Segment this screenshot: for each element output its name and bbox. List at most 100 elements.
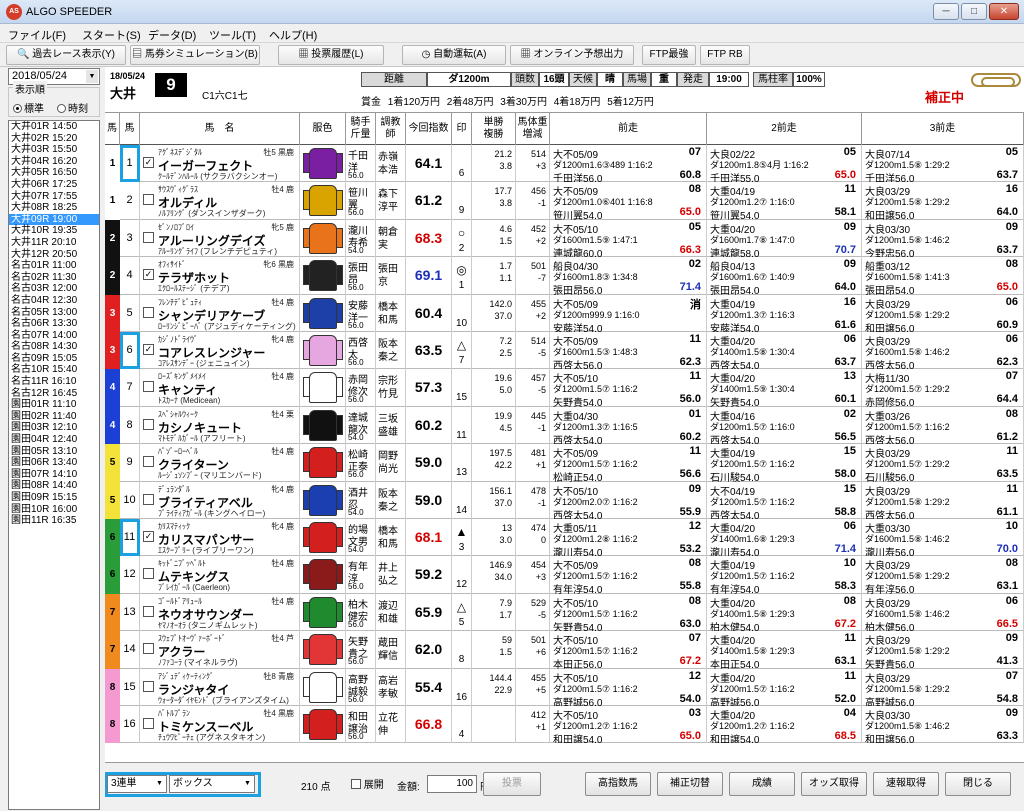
prev-race-3[interactable]: 大良03/29 16 ダ1200m1.5⑧ 1:29:2 和田譲56.0 64.0 xyxy=(862,182,1024,220)
race-list-item[interactable]: 大井03R 15:50 xyxy=(9,144,99,156)
get-flash-button[interactable]: 速報取得 xyxy=(873,772,939,796)
prev-race-1[interactable]: 大不05/10 09 ダ1200m2.0⑦ 1:16:2 西啓太54.0 55.9 xyxy=(550,481,707,519)
race-list-item[interactable]: 名古05R 13:00 xyxy=(9,307,99,319)
prev-race-3[interactable]: 大良03/29 11 ダ1200m1.5⑧ 1:29:2 西啓太56.0 61.1 xyxy=(862,481,1024,519)
prev-race-1[interactable]: 大不05/10 03 ダ1200m1.2⑦ 1:16:2 和田譲54.0 65.0 xyxy=(550,706,707,744)
race-list-item[interactable]: 園田08R 14:40 xyxy=(9,480,99,492)
past-race-button[interactable]: 🔍 過去レース表示(Y) xyxy=(6,45,126,65)
minimize-button[interactable]: ─ xyxy=(933,3,959,20)
prev-race-1[interactable]: 大不05/10 11 ダ1200m1.5⑦ 1:16:2 矢野貴54.0 56.0 xyxy=(550,369,707,407)
prev-race-2[interactable]: 大重04/20 06 ダ1400m1.5⑧ 1:30:4 西啓太54.0 63.7 xyxy=(707,332,862,370)
ftp-rb-button[interactable]: FTP RB xyxy=(700,45,750,65)
prev-race-1[interactable]: 大不05/09 08 ダ1200m1.5⑦ 1:16:2 有年淳54.0 55.8 xyxy=(550,556,707,594)
menu-data[interactable]: データ(D) xyxy=(148,27,196,43)
prev-race-3[interactable]: 大良03/29 11 ダ1200m1.5⑦ 1:29:2 石川駿56.0 63.5 xyxy=(862,444,1024,482)
menu-tools[interactable]: ツール(T) xyxy=(209,27,256,43)
race-list-item[interactable]: 名古01R 11:00 xyxy=(9,260,99,272)
horse-name-cell[interactable]: ﾌﾚﾝﾁﾃﾞﾋﾟｭﾃｨ 牡4 鹿シャンデリアケーブ ﾛｰﾘﾝｼﾞﾋﾞｰﾊﾞ (アジュ… xyxy=(140,294,300,332)
prev-race-2[interactable]: 大重04/20 13 ダ1400m1.5⑨ 1:30:4 矢野貴54.0 60.1 xyxy=(707,369,862,407)
prev-race-1[interactable]: 大不05/10 07 ダ1200m1.5⑦ 1:16:2 本田正56.0 67.2 xyxy=(550,631,707,669)
horse-checkbox[interactable] xyxy=(143,718,154,729)
race-list-item[interactable]: 名古10R 15:40 xyxy=(9,364,99,376)
race-list-item[interactable]: 大井08R 18:25 xyxy=(9,202,99,214)
race-list-item[interactable]: 大井12R 20:50 xyxy=(9,249,99,261)
prev-race-1[interactable]: 大不05/09 11 ダ1600m1.5③ 1:48:3 西啓太56.0 62.3 xyxy=(550,332,707,370)
prev-race-2[interactable]: 大不04/19 15 ダ1200m1.5⑦ 1:16:2 西啓太54.0 58.8 xyxy=(707,481,862,519)
race-list-item[interactable]: 園田02R 11:40 xyxy=(9,411,99,423)
close-button[interactable]: ✕ xyxy=(989,3,1019,20)
prev-race-2[interactable]: 大重04/19 11 ダ1200m1.2⑦ 1:16:0 笹川翼54.0 58.1 xyxy=(707,182,862,220)
get-odds-button[interactable]: オッズ取得 xyxy=(801,772,867,796)
prev-race-1[interactable]: 大不05/10 12 ダ1200m1.5⑦ 1:16:2 高野誠56.0 54.0 xyxy=(550,668,707,706)
prev-race-2[interactable]: 船良04/13 09 ダ1600m1.6⑦ 1:40:9 張田昂54.0 64.0 xyxy=(707,257,862,295)
maximize-button[interactable]: □ xyxy=(961,3,987,20)
prev-race-3[interactable]: 大梅11/30 07 ダ1200m1.5⑦ 1:29:2 赤岡修56.0 64.4 xyxy=(862,369,1024,407)
horse-checkbox[interactable] xyxy=(143,456,154,468)
horse-name-cell[interactable]: ﾃﾞｭﾗﾝﾀﾞﾙ 牝4 鹿ブライティアベル ﾌﾞﾗｲﾃｨｱｶﾞｰﾙ (キングヘイロー… xyxy=(140,481,300,519)
race-list-item[interactable]: 園田11R 16:35 xyxy=(9,515,99,527)
horse-checkbox[interactable] xyxy=(143,605,154,617)
race-list-item[interactable]: 大井10R 19:35 xyxy=(9,225,99,237)
prev-race-3[interactable]: 大良03/29 08 ダ1200m1.5⑧ 1:29:2 有年淳56.0 63.1 xyxy=(862,556,1024,594)
prev-race-3[interactable]: 大良03/29 06 ダ1600m1.5⑧ 1:46:2 西啓太56.0 62.3 xyxy=(862,332,1024,370)
prev-race-1[interactable]: 大重04/30 01 ダ1200m1.3⑦ 1:16:5 西啓太54.0 60.2 xyxy=(550,406,707,445)
race-list-item[interactable]: 園田04R 12:40 xyxy=(9,434,99,446)
prev-race-2[interactable]: 大良02/22 05 ダ1200m1.8⑤4月 1:16:2 千田洋55.0 65.0 xyxy=(707,145,862,183)
race-list-item[interactable]: 園田10R 16:00 xyxy=(9,504,99,516)
ticket-simulation-button[interactable]: ▤ 馬券シミュレーション(B) xyxy=(130,45,260,65)
horse-name-cell[interactable]: ✓ ｵﾌｨｻｲﾄﾞ 牝6 黒鹿 テラザホット ｴｸﾛｰﾙｽﾃｰｼﾞ (テデア) xyxy=(140,257,300,295)
prev-race-3[interactable]: 大重03/30 10 ダ1600m1.5⑧ 1:46:2 瀧川寿56.0 70.0 xyxy=(862,519,1024,557)
prev-race-1[interactable]: 大不05/09 07 ダ1200m1.6③489 1:16:2 千田洋56.0 60.8 xyxy=(550,145,707,183)
race-list-item[interactable]: 名古08R 14:30 xyxy=(9,341,99,353)
prev-race-3[interactable]: 大重03/26 08 ダ1200m1.5⑦ 1:16:2 西啓太56.0 61.2 xyxy=(862,406,1024,445)
race-list-item[interactable]: 大井11R 20:10 xyxy=(9,237,99,249)
prev-race-1[interactable]: 船良04/30 02 ダ1600m1.8③ 1:34:8 張田昂56.0 71.4 xyxy=(550,257,707,295)
race-list-item[interactable]: 大井01R 14:50 xyxy=(9,121,99,133)
race-list-item[interactable]: 園田03R 12:10 xyxy=(9,422,99,434)
horse-name-cell[interactable]: ﾊﾟｿﾞｰﾛｰﾍﾞﾙ 牡4 鹿クライターン ﾙｰｼﾞｭｿﾝﾌﾞｰ (マリエンバード) xyxy=(140,444,300,482)
prev-race-2[interactable]: 大重04/20 08 ダ1400m1.5⑧ 1:29:3 柏木健54.0 67.2 xyxy=(707,593,862,632)
menu-help[interactable]: ヘルプ(H) xyxy=(269,27,317,43)
race-list-item[interactable]: 名古02R 11:30 xyxy=(9,272,99,284)
prev-race-3[interactable]: 大良03/29 06 ダ1600m1.5⑧ 1:46:2 柏木健56.0 66.5 xyxy=(862,593,1024,632)
horse-checkbox[interactable] xyxy=(143,381,154,393)
race-list-item[interactable]: 名古04R 12:30 xyxy=(9,295,99,307)
radio-standard[interactable]: 標準 xyxy=(13,100,44,115)
horse-name-cell[interactable]: ✓ ｶｼﾞﾉﾄﾞﾗｲｳﾞ 牝4 鹿コアレスレンジャー ｺｱﾚｽｻﾝﾃﾞｰ (ジェニュイ… xyxy=(140,332,300,370)
prev-race-1[interactable]: 大重05/11 12 ダ1200m1.2⑧ 1:16:2 瀧川寿54.0 53.2 xyxy=(550,519,707,557)
radio-time[interactable]: 時刻 xyxy=(57,100,88,115)
race-list-item[interactable]: 名古12R 16:45 xyxy=(9,388,99,400)
prev-race-2[interactable]: 大重04/19 15 ダ1200m1.5⑦ 1:16:2 石川駿54.0 58.0 xyxy=(707,444,862,482)
close-window-button[interactable]: 閉じる xyxy=(945,772,1011,796)
horse-checkbox[interactable] xyxy=(143,643,154,655)
high-index-button[interactable]: 高指数馬 xyxy=(585,772,651,796)
race-list-item[interactable]: 大井09R 19:00 xyxy=(9,213,99,226)
prev-race-3[interactable]: 大良03/30 09 ダ1200m1.5⑧ 1:46:2 今野忠56.0 63.7 xyxy=(862,219,1024,258)
race-list-item[interactable]: 園田07R 14:10 xyxy=(9,469,99,481)
horse-name-cell[interactable]: ﾊﾞﾄﾙﾌﾟﾗﾝ 牡4 黒鹿 トミケンスーベル ﾁｭｳﾜﾋﾟｰﾁｪ (アグネスタキオン… xyxy=(140,706,300,744)
horse-checkbox[interactable]: ✓ xyxy=(143,157,154,168)
prev-race-1[interactable]: 大不05/09 11 ダ1200m1.5⑦ 1:16:2 松崎正54.0 56.6 xyxy=(550,444,707,482)
prev-race-2[interactable]: 大重04/20 11 ダ1200m1.5⑦ 1:16:2 高野誠56.0 52.0 xyxy=(707,668,862,706)
race-list[interactable]: 大井01R 14:50 大井02R 15:20 大井03R 15:50 大井04R 1… xyxy=(8,120,100,810)
ftp-strongest-button[interactable]: FTP最強 xyxy=(642,45,696,65)
horse-checkbox[interactable]: ✓ xyxy=(143,344,154,355)
race-list-item[interactable]: 大井02R 15:20 xyxy=(9,133,99,145)
prev-race-2[interactable]: 大重04/20 09 ダ1600m1.7⑧ 1:47:0 連城龍58.0 70.7 xyxy=(707,219,862,258)
menu-start[interactable]: スタート(S) xyxy=(82,27,141,43)
horse-checkbox[interactable] xyxy=(143,194,154,206)
race-list-item[interactable]: 大井06R 17:25 xyxy=(9,179,99,191)
prev-race-2[interactable]: 大重04/19 10 ダ1200m1.5⑦ 1:16:2 有年淳54.0 58.3 xyxy=(707,556,862,594)
prev-race-2[interactable]: 大重04/19 16 ダ1200m1.3⑦ 1:16:3 安藤洋54.0 61.6 xyxy=(707,294,862,332)
results-button[interactable]: 成績 xyxy=(729,772,795,796)
horse-checkbox[interactable]: ✓ xyxy=(143,531,154,542)
expand-checkbox[interactable]: 展開 xyxy=(351,776,384,791)
auto-run-button[interactable]: ◷ 自動運転(A) xyxy=(402,45,506,65)
vote-button[interactable]: 投票 xyxy=(483,772,541,796)
horse-checkbox[interactable] xyxy=(143,568,154,580)
horse-name-cell[interactable]: ｺﾞｰﾙﾄﾞｱﾘｭｰﾙ 牡4 鹿ネウオサウンダー ﾔﾏﾉｵｰｵﾗ (タニノギムレット… xyxy=(140,593,300,632)
race-list-item[interactable]: 大井07R 17:55 xyxy=(9,191,99,203)
prev-race-3[interactable]: 大良07/14 05 ダ1200m1.5⑧ 1:29:2 千田洋56.0 63.7 xyxy=(862,145,1024,183)
prev-race-3[interactable]: 大良03/30 09 ダ1200m1.5⑧ 1:46:2 和田譲56.0 63.3 xyxy=(862,706,1024,744)
race-list-item[interactable]: 大井05R 16:50 xyxy=(9,167,99,179)
